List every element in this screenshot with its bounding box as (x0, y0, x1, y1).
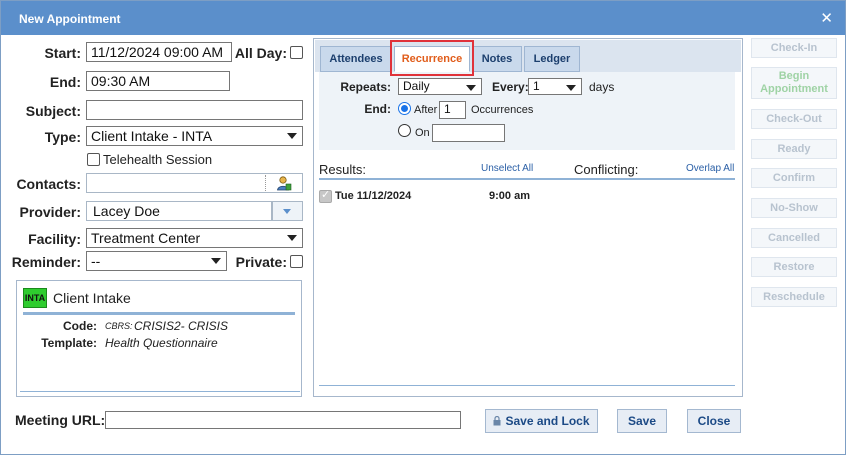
tab-strip: Attendees Recurrence Notes Ledger (315, 40, 741, 72)
reschedule-button[interactable]: Reschedule (751, 287, 837, 307)
check-out-button[interactable]: Check-Out (751, 109, 837, 129)
save-and-lock-button[interactable]: Save and Lock (485, 409, 598, 433)
chevron-down-icon (283, 209, 291, 214)
end-options-label: End: (364, 102, 391, 116)
window-title: New Appointment (19, 12, 121, 26)
template-label: Template: (41, 336, 97, 350)
reminder-select[interactable]: -- (86, 251, 227, 271)
result-time: 9:00 am (489, 190, 530, 202)
occurrences-label: Occurrences (471, 104, 534, 116)
info-divider (23, 312, 295, 315)
facility-label: Facility: (28, 231, 81, 247)
cancelled-button[interactable]: Cancelled (751, 228, 837, 248)
repeats-select[interactable]: Daily (398, 78, 482, 95)
every-unit: days (589, 80, 615, 94)
tab-attendees[interactable]: Attendees (320, 46, 392, 72)
end-on-radio[interactable] (398, 124, 411, 137)
type-label: Type: (44, 129, 81, 145)
end-on-date-input[interactable] (432, 124, 505, 142)
type-select[interactable]: Client Intake - INTA (86, 126, 303, 146)
check-in-button[interactable]: Check-In (751, 38, 837, 58)
telehealth-label: Telehealth Session (103, 152, 213, 167)
table-row: Tue 11/12/2024 9:00 am (319, 188, 735, 205)
no-show-button[interactable]: No-Show (751, 198, 837, 218)
after-label: After (414, 104, 438, 116)
begin-appointment-button[interactable]: Begin Appointment (751, 67, 837, 99)
start-input[interactable]: 11/12/2024 09:00 AM (86, 42, 232, 62)
provider-input[interactable]: Lacey Doe (86, 201, 272, 221)
tabs-panel: Attendees Recurrence Notes Ledger Repeat… (313, 38, 743, 397)
tab-notes[interactable]: Notes (472, 46, 522, 72)
results-divider (319, 178, 735, 180)
on-label: On (415, 127, 430, 139)
telehealth-checkbox[interactable] (87, 153, 100, 166)
private-checkbox[interactable] (290, 255, 303, 268)
title-bar: New Appointment ✕ (1, 1, 845, 35)
results-label: Results: (319, 162, 366, 177)
save-button[interactable]: Save (617, 409, 667, 433)
recurrence-options: Repeats: Daily Every: 1 days End: After … (319, 72, 735, 150)
close-icon[interactable]: ✕ (820, 9, 833, 27)
meeting-url-input[interactable] (105, 411, 461, 429)
new-appointment-dialog: New Appointment ✕ Start: 11/12/2024 09:0… (0, 0, 846, 455)
overlap-all-link[interactable]: Overlap All (686, 163, 734, 174)
contacts-label: Contacts: (16, 176, 81, 192)
type-info-panel: INTA Client Intake Code: CBRS: CRISIS2- … (16, 280, 302, 397)
provider-dropdown-button[interactable] (272, 201, 303, 221)
facility-select[interactable]: Treatment Center (86, 228, 303, 248)
start-label: Start: (44, 45, 81, 61)
tab-ledger[interactable]: Ledger (524, 46, 580, 72)
close-button[interactable]: Close (687, 409, 741, 433)
subject-label: Subject: (25, 103, 81, 119)
private-label: Private: (235, 254, 287, 270)
meeting-url-label: Meeting URL: (15, 412, 106, 428)
repeats-label: Repeats: (340, 80, 391, 94)
ready-button[interactable]: Ready (751, 139, 837, 159)
subject-input[interactable] (86, 100, 303, 120)
unselect-all-link[interactable]: Unselect All (481, 163, 533, 174)
results-bottom-divider (319, 385, 735, 386)
all-day-label: All Day: (234, 45, 287, 61)
info-bottom-divider (20, 391, 300, 392)
result-date: Tue 11/12/2024 (335, 190, 412, 202)
contact-person-icon[interactable] (276, 175, 292, 191)
end-after-radio[interactable] (398, 102, 411, 115)
recurrence-tab-highlight (390, 40, 474, 76)
save-and-lock-label: Save and Lock (505, 414, 590, 428)
code-value: CRISIS2- CRISIS (134, 319, 229, 333)
restore-button[interactable]: Restore (751, 257, 837, 277)
provider-label: Provider: (19, 204, 81, 220)
type-badge: INTA (23, 288, 47, 308)
confirm-button[interactable]: Confirm (751, 168, 837, 188)
template-value: Health Questionnaire (105, 336, 218, 350)
all-day-checkbox[interactable] (290, 46, 303, 59)
every-label: Every: (492, 80, 529, 94)
reminder-label: Reminder: (11, 254, 81, 270)
lock-icon (493, 411, 501, 426)
every-select[interactable]: 1 (528, 78, 582, 95)
conflicting-label: Conflicting: (574, 162, 639, 177)
end-input[interactable]: 09:30 AM (86, 71, 230, 91)
info-title: Client Intake (53, 290, 131, 306)
after-count-input[interactable]: 1 (439, 101, 466, 119)
code-prefix: CBRS: (105, 321, 133, 331)
contacts-divider (265, 175, 266, 191)
contacts-input[interactable] (86, 173, 303, 193)
code-label: Code: (63, 319, 97, 333)
result-row-checkbox[interactable] (319, 188, 332, 203)
end-label: End: (49, 74, 81, 90)
